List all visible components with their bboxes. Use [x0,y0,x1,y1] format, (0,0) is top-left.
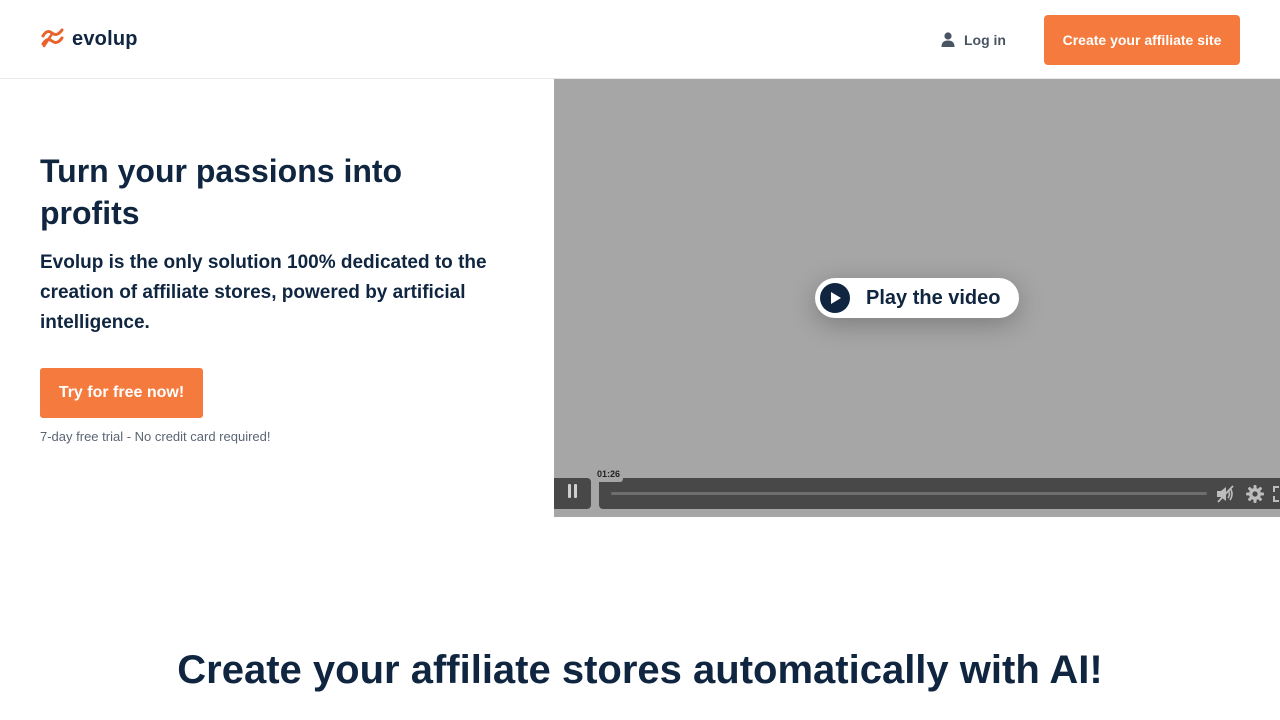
try-free-button[interactable]: Try for free now! [40,368,203,418]
progress-bar[interactable] [611,492,1207,495]
play-video-label: Play the video [866,286,1001,309]
logo-text: evolup [72,27,138,50]
play-video-button[interactable]: Play the video [815,278,1019,318]
video-time: 01:26 [594,467,624,482]
pause-icon [567,484,579,503]
site-header: evolup Log in Create your affiliate site [0,0,1280,79]
mute-icon[interactable] [1215,484,1235,504]
create-affiliate-site-button[interactable]: Create your affiliate site [1044,15,1240,65]
logo[interactable]: evolup [40,26,138,52]
hero-subtitle: Evolup is the only solution 100% dedicat… [40,252,487,333]
play-icon [820,283,850,313]
login-label: Log in [964,32,1006,48]
video-player[interactable]: Play the video 01:26 [554,79,1280,517]
gear-icon[interactable] [1245,484,1265,504]
hero-title: Turn your passions into profits [40,153,403,231]
user-icon [940,31,956,50]
evolup-logo-icon [40,26,66,53]
video-control-bar [599,478,1280,509]
pause-button[interactable] [554,478,591,509]
login-link[interactable]: Log in [940,30,1006,50]
trial-note: 7-day free trial - No credit card requir… [40,429,271,444]
section-title: Create your affiliate stores automatical… [177,648,1103,692]
fullscreen-icon[interactable] [1271,484,1280,504]
